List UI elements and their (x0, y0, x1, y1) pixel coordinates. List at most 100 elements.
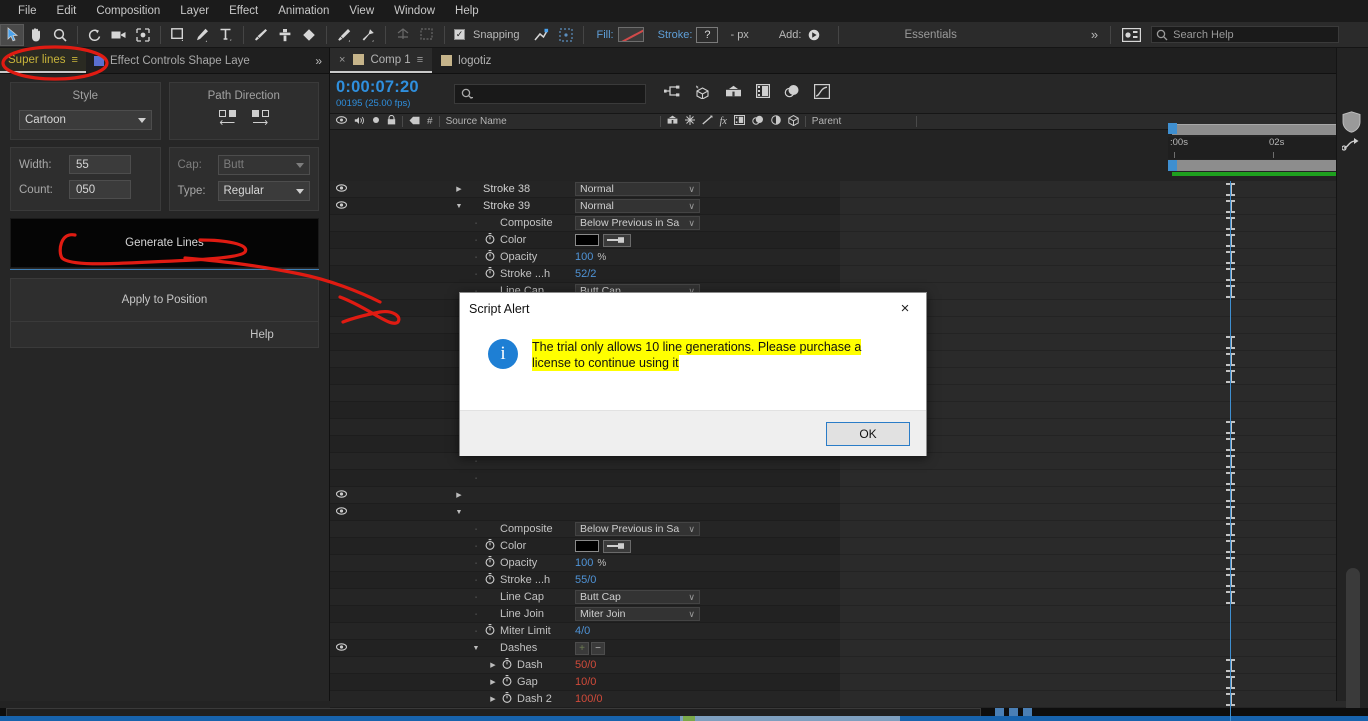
remove-dash-button[interactable]: − (591, 641, 605, 655)
table-row[interactable]: ▶ Stroke 38 Normal ∨ (330, 181, 840, 198)
workspace-overflow-icon[interactable]: » (1087, 27, 1102, 42)
clone-stamp-tool[interactable] (273, 24, 297, 46)
row-label[interactable]: Dashes (500, 642, 537, 654)
timeline-track-row[interactable] (840, 487, 1350, 504)
pen-tool[interactable] (190, 24, 214, 46)
parent-header[interactable]: Parent (806, 114, 916, 129)
twirl-right-icon[interactable]: ▶ (452, 185, 466, 193)
row-dropdown[interactable]: Butt Cap ∨ (575, 590, 700, 604)
timeline-track-row[interactable] (840, 640, 1350, 657)
twirl-right-icon[interactable]: ▶ (486, 695, 500, 703)
lock-icon[interactable] (387, 114, 396, 128)
generate-lines-button[interactable]: Generate Lines (10, 218, 319, 268)
column-number[interactable]: # (427, 116, 433, 127)
menu-item-help[interactable]: Help (445, 0, 489, 22)
stopwatch-icon[interactable] (483, 539, 497, 553)
eyedropper-icon[interactable] (603, 539, 631, 553)
row-value[interactable]: 10/0 (575, 676, 596, 688)
row-dropdown[interactable]: Normal ∨ (575, 199, 700, 213)
menu-item-effect[interactable]: Effect (219, 0, 268, 22)
graph-editor-icon[interactable] (814, 83, 831, 104)
table-row[interactable]: · Composite Below Previous in Sa ∨ (330, 215, 840, 232)
table-row[interactable]: · Opacity 100% (330, 249, 840, 266)
row-label[interactable]: Opacity (500, 557, 537, 569)
ok-button[interactable]: OK (826, 421, 910, 446)
table-row[interactable]: · Color (330, 538, 840, 555)
effects-switch-icon[interactable]: fx (720, 116, 727, 127)
tab-super-lines[interactable]: Super lines ≡ (0, 48, 86, 73)
timeline-search-field[interactable] (454, 83, 646, 104)
twirl-right-icon[interactable]: ▶ (486, 678, 500, 686)
workspace-name[interactable]: Essentials (904, 29, 956, 41)
color-swatch[interactable] (575, 234, 599, 246)
stopwatch-icon[interactable] (500, 692, 514, 706)
puppet-pin-tool[interactable] (356, 24, 380, 46)
shield-icon[interactable] (1342, 111, 1361, 138)
timeline-track-row[interactable] (840, 691, 1350, 708)
menu-item-animation[interactable]: Animation (268, 0, 339, 22)
timeline-panel-menu-icon[interactable]: ≡ (417, 54, 423, 66)
timeline-track-row[interactable] (840, 232, 1350, 249)
eyedropper-icon[interactable] (603, 233, 631, 247)
eye-icon[interactable] (330, 490, 352, 500)
row-label[interactable]: Line Join (500, 608, 544, 620)
table-row[interactable]: ▼ Dashes + − (330, 640, 840, 657)
row-label[interactable]: Dash (517, 659, 543, 671)
stopwatch-icon[interactable] (483, 556, 497, 570)
snapping-toggle[interactable]: ✓ Snapping (450, 29, 530, 41)
row-value[interactable]: 4/0 (575, 625, 590, 637)
row-label[interactable]: Miter Limit (500, 625, 551, 637)
stopwatch-icon[interactable] (483, 573, 497, 587)
row-dropdown[interactable]: Normal ∨ (575, 182, 700, 196)
twirl-right-icon[interactable]: ▶ (452, 491, 466, 499)
row-label[interactable]: Stroke 38 (483, 183, 530, 195)
shape-tool[interactable] (166, 24, 190, 46)
motion-path-icon[interactable] (1341, 136, 1360, 155)
table-row[interactable]: · Opacity 100% (330, 555, 840, 572)
table-row[interactable]: ▶ Dash 2 100/0 (330, 691, 840, 708)
menu-item-window[interactable]: Window (384, 0, 445, 22)
timeline-track-row[interactable] (840, 555, 1350, 572)
eye-icon[interactable] (335, 116, 348, 127)
menu-item-edit[interactable]: Edit (47, 0, 87, 22)
count-input[interactable]: 050 (69, 180, 131, 199)
table-row[interactable]: ▶ Dash 50/0 (330, 657, 840, 674)
row-label[interactable]: Stroke 39 (483, 200, 530, 212)
row-dropdown[interactable]: Miter Join ∨ (575, 607, 700, 621)
three-d-layer-icon[interactable] (788, 114, 799, 129)
timeline-track-row[interactable] (840, 470, 1350, 487)
tab-effect-controls[interactable]: Effect Controls Shape Laye (86, 48, 258, 73)
timeline-track-row[interactable] (840, 674, 1350, 691)
row-value[interactable]: 100 (575, 557, 593, 569)
mask-icon[interactable] (415, 24, 439, 46)
snap-grid-icon[interactable] (554, 24, 578, 46)
stopwatch-icon[interactable] (500, 658, 514, 672)
snap-arrow-icon[interactable] (530, 24, 554, 46)
panel-overflow-icon[interactable]: » (308, 48, 329, 73)
timeline-track-row[interactable] (840, 538, 1350, 555)
zoom-tool[interactable] (48, 24, 72, 46)
type-tool[interactable] (214, 24, 238, 46)
stopwatch-icon[interactable] (483, 233, 497, 247)
row-label[interactable]: Color (500, 540, 526, 552)
motion-blur-switch-icon[interactable] (752, 115, 764, 128)
eye-icon[interactable] (330, 643, 352, 653)
table-row[interactable]: · Stroke ...h 52/2 (330, 266, 840, 283)
motion-blur-icon[interactable] (784, 84, 800, 103)
collapse-switch-icon[interactable] (684, 115, 695, 128)
row-value[interactable]: 55/0 (575, 574, 596, 586)
shy-switch-icon[interactable] (667, 115, 678, 128)
stroke-swatch[interactable]: ? (696, 26, 719, 43)
table-row[interactable]: ▼ Stroke 39 Normal ∨ (330, 198, 840, 215)
row-label[interactable]: Stroke ...h (500, 574, 550, 586)
search-help-field[interactable]: Search Help (1151, 26, 1340, 43)
stroke-width-label[interactable]: - px (726, 29, 752, 41)
table-row[interactable]: ▶ (330, 487, 840, 504)
adjustment-layer-icon[interactable] (770, 115, 781, 128)
frame-blending-icon[interactable] (756, 84, 771, 103)
quality-switch-icon[interactable] (701, 115, 713, 128)
tab-logotiz[interactable]: logotiz (432, 48, 500, 73)
row-label[interactable]: Stroke ...h (500, 268, 550, 280)
menu-item-file[interactable]: File (8, 0, 47, 22)
pan-behind-tool[interactable] (131, 24, 155, 46)
